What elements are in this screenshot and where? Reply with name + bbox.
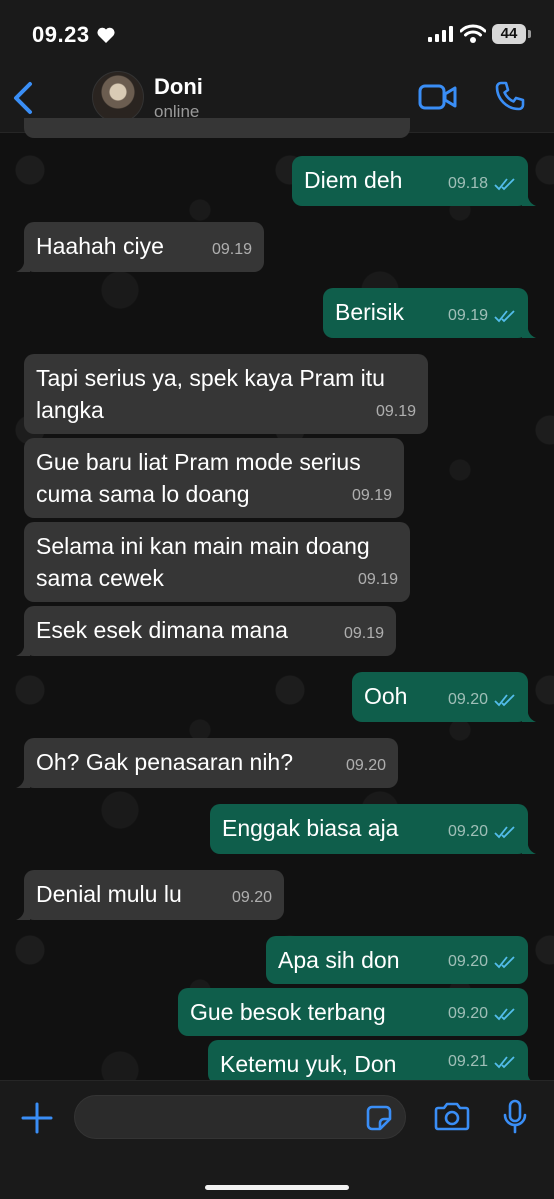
battery-indicator: 44 [492, 24, 526, 44]
status-time: 09.23 [32, 22, 90, 47]
message-meta: 09.20 [346, 750, 386, 782]
message-time: 09.20 [447, 691, 488, 708]
bubble-tail [522, 322, 536, 338]
voice-call-icon[interactable] [494, 80, 526, 112]
microphone-icon[interactable] [502, 1099, 528, 1135]
message-meta: 09.19 [358, 564, 398, 596]
outgoing-message-bubble[interactable]: Ooh 09.20 [352, 672, 536, 722]
bubble-tail [522, 706, 536, 722]
sticker-icon[interactable] [366, 1105, 392, 1131]
message-time: 09.18 [447, 175, 488, 192]
incoming-message-bubble[interactable]: Tapi serius ya, spek kaya Pram itu langk… [24, 354, 428, 434]
message-time: 09.20 [447, 823, 488, 840]
message-text: Esek esek dimana mana [36, 617, 288, 643]
heart-icon [97, 27, 115, 43]
video-call-icon[interactable] [418, 82, 458, 112]
message-text: Selama ini kan main main doang sama cewe… [36, 533, 370, 591]
message-time: 09.19 [351, 487, 392, 504]
outgoing-message-bubble[interactable]: Ketemu yuk, Don 09.21 [208, 1040, 536, 1084]
message-meta: 09.18 [448, 168, 516, 200]
outgoing-message-bubble[interactable]: Diem deh 09.18 [292, 156, 536, 206]
message-time: 09.19 [375, 403, 416, 420]
message-meta: 09.21 [448, 1046, 516, 1078]
message-time: 09.20 [345, 757, 386, 774]
message-time: 09.20 [447, 953, 488, 970]
double-check-read-icon [494, 178, 515, 191]
bubble-tail [16, 640, 30, 656]
message-time: 09.21 [447, 1053, 488, 1070]
bubble-tail [16, 256, 30, 272]
outgoing-message-bubble[interactable]: Berisik 09.19 [323, 288, 536, 338]
message-meta: 09.19 [352, 480, 392, 512]
double-check-read-icon [494, 1008, 515, 1021]
home-indicator [205, 1185, 349, 1190]
message-meta: 09.20 [448, 946, 516, 978]
double-check-read-icon [494, 1056, 515, 1069]
chat-screen: 09.23 44 Doni online Diem deh 09.18 Haah… [0, 0, 554, 1199]
message-meta: 09.20 [232, 882, 272, 914]
contact-name[interactable]: Doni [154, 74, 203, 100]
double-check-read-icon [494, 694, 515, 707]
outgoing-message-bubble[interactable]: Apa sih don 09.20 [266, 936, 528, 984]
double-check-read-icon [494, 826, 515, 839]
battery-tip [528, 30, 531, 38]
contact-avatar[interactable] [92, 71, 144, 123]
outgoing-message-bubble[interactable]: Enggak biasa aja 09.20 [210, 804, 536, 854]
bubble-tail [16, 904, 30, 920]
message-meta: 09.20 [448, 998, 516, 1030]
camera-icon[interactable] [434, 1101, 470, 1131]
message-time: 09.19 [211, 241, 252, 258]
message-meta: 09.20 [448, 816, 516, 848]
bubble-tail [522, 190, 536, 206]
message-meta: 09.19 [344, 618, 384, 650]
bubble-tail [16, 772, 30, 788]
incoming-message-bubble[interactable]: Oh? Gak penasaran nih? 09.20 [16, 738, 398, 788]
incoming-message-bubble[interactable]: Haahah ciye 09.19 [16, 222, 264, 272]
message-meta: 09.20 [448, 684, 516, 716]
wifi-icon [460, 24, 486, 43]
message-meta: 09.19 [448, 300, 516, 332]
message-time: 09.19 [357, 571, 398, 588]
double-check-read-icon [494, 310, 515, 323]
composer-bar [0, 1080, 554, 1199]
incoming-message-bubble[interactable]: Esek esek dimana mana 09.19 [16, 606, 396, 656]
outgoing-message-bubble[interactable]: Gue besok terbang 09.20 [178, 988, 528, 1036]
message-time: 09.19 [343, 625, 384, 642]
incoming-message-bubble[interactable]: Gue baru liat Pram mode serius cuma sama… [24, 438, 404, 518]
back-chevron-icon[interactable] [10, 80, 38, 116]
incoming-message-bubble[interactable]: Selama ini kan main main doang sama cewe… [24, 522, 410, 602]
clipped-message-bubble [24, 118, 410, 138]
plus-attach-icon[interactable] [20, 1101, 54, 1135]
message-text: Oh? Gak penasaran nih? [36, 749, 294, 775]
message-meta: 09.19 [212, 234, 252, 266]
bubble-tail [522, 838, 536, 854]
status-bar: 09.23 44 [0, 0, 554, 64]
message-time: 09.20 [231, 889, 272, 906]
double-check-read-icon [494, 956, 515, 969]
cellular-signal-icon [428, 26, 453, 42]
message-text: Gue baru liat Pram mode serius cuma sama… [36, 449, 361, 507]
message-text: Tapi serius ya, spek kaya Pram itu langk… [36, 365, 385, 423]
message-time: 09.20 [447, 1005, 488, 1022]
message-input[interactable] [74, 1095, 406, 1139]
message-meta: 09.19 [376, 396, 416, 428]
message-time: 09.19 [447, 307, 488, 324]
incoming-message-bubble[interactable]: Denial mulu lu 09.20 [16, 870, 284, 920]
